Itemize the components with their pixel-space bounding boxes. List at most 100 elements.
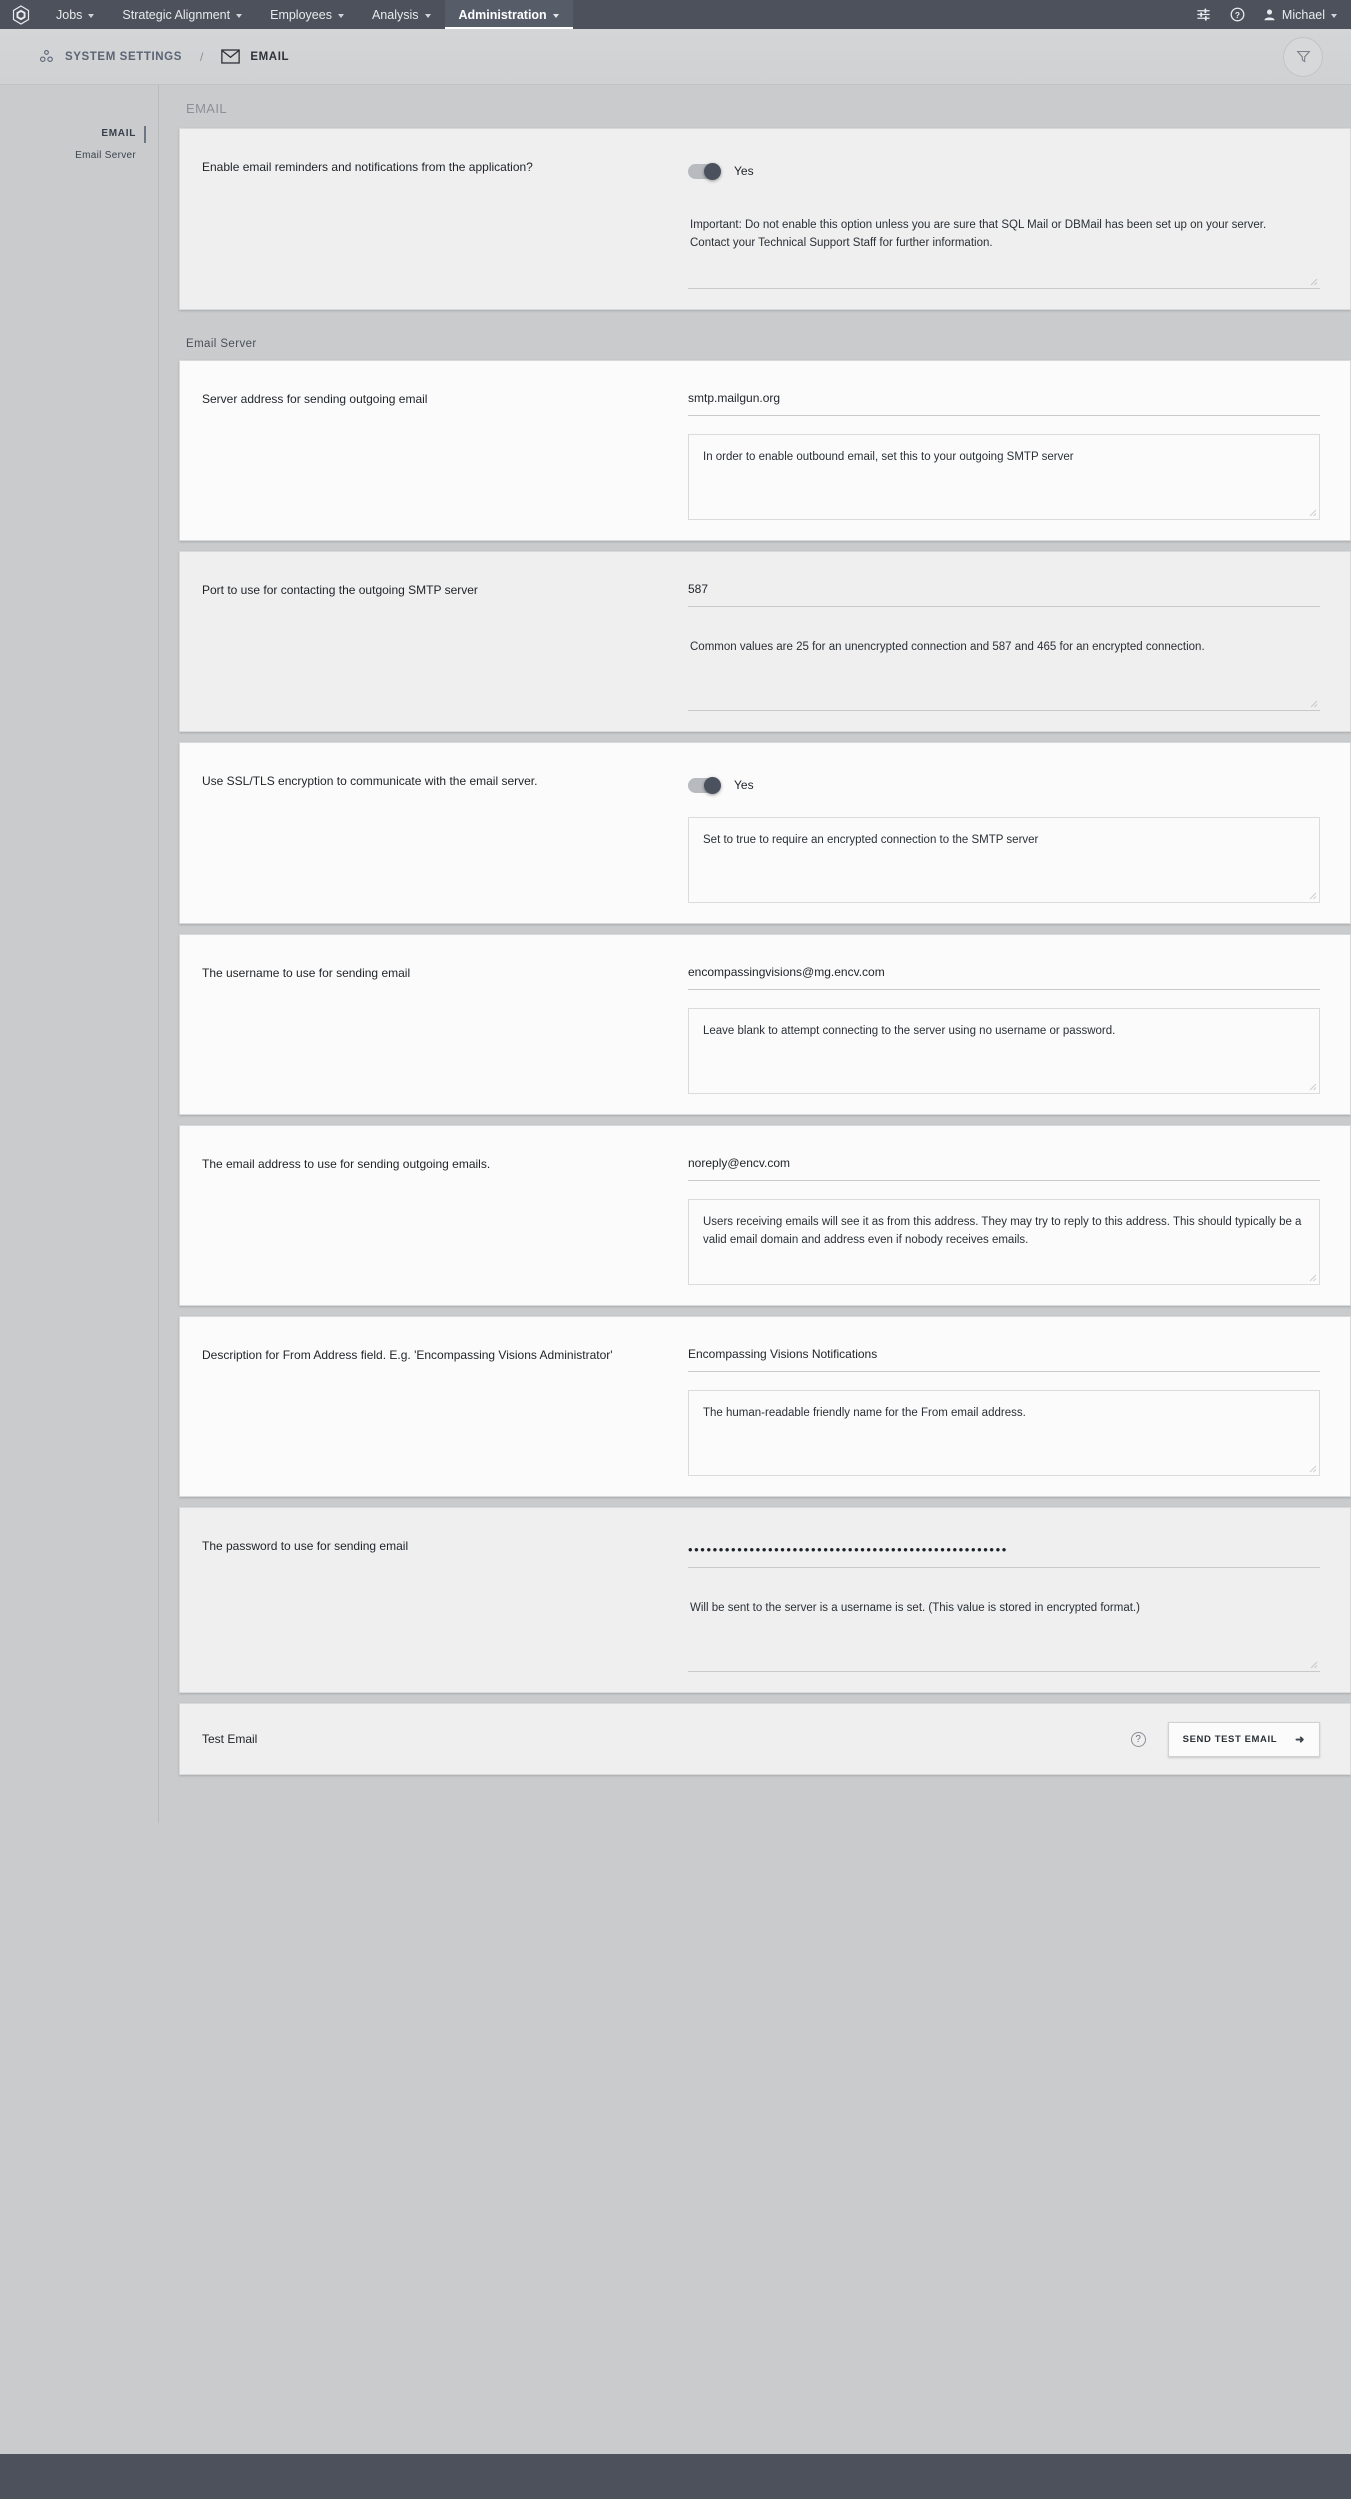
filter-icon: [1295, 50, 1311, 63]
nav-item-analysis[interactable]: Analysis: [358, 0, 445, 29]
setting-card-enable-email: Enable email reminders and notifications…: [179, 128, 1351, 310]
svg-text:?: ?: [1235, 10, 1240, 20]
resize-grip-icon: [1309, 892, 1317, 900]
setting-card-password: The password to use for sending email ••…: [179, 1507, 1351, 1693]
setting-description-text: In order to enable outbound email, set t…: [703, 451, 1074, 463]
setting-label: Description for From Address field. E.g.…: [202, 1348, 613, 1362]
user-menu[interactable]: Michael: [1255, 8, 1337, 22]
setting-label-wrap: Use SSL/TLS encryption to communicate wi…: [180, 743, 688, 923]
arrow-right-icon: ➜: [1295, 1733, 1305, 1746]
test-email-label: Test Email: [202, 1732, 258, 1746]
setting-description-text: Will be sent to the server is a username…: [690, 1602, 1140, 1614]
port-input[interactable]: 587: [688, 578, 1320, 607]
setting-description[interactable]: Will be sent to the server is a username…: [688, 1586, 1320, 1672]
setting-label: The username to use for sending email: [202, 966, 411, 980]
main-menu: Jobs Strategic Alignment Employees Analy…: [42, 0, 573, 29]
sidebar-item-email-server[interactable]: Email Server: [0, 142, 150, 164]
chevron-down-icon: [236, 13, 243, 18]
setting-label-wrap: Description for From Address field. E.g.…: [180, 1317, 688, 1496]
server-address-input[interactable]: smtp.mailgun.org: [688, 387, 1320, 416]
setting-label: The password to use for sending email: [202, 1539, 409, 1553]
setting-description[interactable]: Set to true to require an encrypted conn…: [688, 817, 1320, 903]
help-icon: ?: [1230, 7, 1245, 22]
setting-description-text: Set to true to require an encrypted conn…: [703, 834, 1039, 846]
top-navigation-bar: Jobs Strategic Alignment Employees Analy…: [0, 0, 1351, 29]
enable-email-toggle-row: Yes: [688, 155, 1320, 185]
setting-label-wrap: Port to use for contacting the outgoing …: [180, 552, 688, 731]
setting-description-text: Leave blank to attempt connecting to the…: [703, 1025, 1116, 1037]
sliders-settings-button[interactable]: [1187, 0, 1221, 29]
top-nav-actions: ? Michael: [1187, 0, 1351, 29]
page-footer: [0, 2454, 1351, 2499]
test-email-actions: ? SEND TEST EMAIL ➜: [1130, 1721, 1350, 1757]
from-description-input[interactable]: Encompassing Visions Notifications: [688, 1343, 1320, 1372]
setting-control-wrap: noreply@encv.com Users receiving emails …: [688, 1126, 1350, 1305]
setting-label-wrap: The username to use for sending email: [180, 935, 688, 1114]
hexagon-logo-icon: [12, 4, 30, 25]
sidebar-item-email[interactable]: EMAIL: [0, 125, 150, 143]
setting-description-text: Common values are 25 for an unencrypted …: [690, 641, 1205, 653]
setting-description[interactable]: Users receiving emails will see it as fr…: [688, 1199, 1320, 1285]
setting-control-wrap: Yes Set to true to require an encrypted …: [688, 743, 1350, 923]
test-email-card: Test Email ? SEND TEST EMAIL ➜: [179, 1703, 1351, 1775]
setting-description-text: The human-readable friendly name for the…: [703, 1407, 1026, 1419]
setting-card-port: Port to use for contacting the outgoing …: [179, 551, 1351, 732]
setting-description[interactable]: Common values are 25 for an unencrypted …: [688, 625, 1320, 711]
setting-description-text: Users receiving emails will see it as fr…: [703, 1216, 1302, 1246]
setting-control-wrap: Encompassing Visions Notifications The h…: [688, 1317, 1350, 1496]
nav-item-administration[interactable]: Administration: [444, 0, 573, 29]
toggle-knob: [704, 162, 721, 180]
resize-grip-icon: [1309, 1465, 1317, 1473]
toggle-knob: [704, 776, 721, 794]
setting-description[interactable]: Leave blank to attempt connecting to the…: [688, 1008, 1320, 1094]
chevron-down-icon: [552, 13, 559, 18]
breadcrumb-separator: /: [200, 49, 204, 64]
nav-item-employees[interactable]: Employees: [256, 0, 358, 29]
app-logo[interactable]: [0, 0, 42, 29]
setting-description[interactable]: Important: Do not enable this option unl…: [688, 203, 1320, 289]
nav-item-strategic-alignment[interactable]: Strategic Alignment: [108, 0, 256, 29]
setting-description[interactable]: In order to enable outbound email, set t…: [688, 434, 1320, 520]
content-rail-divider: [158, 85, 159, 1823]
nav-item-label: Jobs: [56, 7, 83, 22]
setting-label: Port to use for contacting the outgoing …: [202, 583, 478, 597]
setting-control-wrap: encompassingvisions@mg.encv.com Leave bl…: [688, 935, 1350, 1114]
section-title-email-server: Email Server: [186, 338, 257, 350]
breadcrumb-system-settings[interactable]: SYSTEM SETTINGS: [38, 48, 182, 65]
setting-label-wrap: Enable email reminders and notifications…: [180, 129, 688, 309]
username-input[interactable]: encompassingvisions@mg.encv.com: [688, 961, 1320, 990]
filter-button[interactable]: [1283, 36, 1323, 77]
resize-grip-icon: [1310, 278, 1318, 286]
nav-item-label: Analysis: [371, 7, 419, 22]
send-test-email-button[interactable]: SEND TEST EMAIL ➜: [1167, 1721, 1320, 1757]
help-button[interactable]: ?: [1221, 0, 1255, 29]
from-address-input[interactable]: noreply@encv.com: [688, 1152, 1320, 1181]
setting-card-username: The username to use for sending email en…: [179, 934, 1351, 1115]
resize-grip-icon: [1309, 1274, 1317, 1282]
user-name-label: Michael: [1281, 7, 1325, 22]
toggle-state-label: Yes: [734, 778, 754, 792]
envelope-icon: [221, 49, 241, 64]
enable-email-toggle[interactable]: [688, 162, 721, 180]
chevron-down-icon: [337, 13, 344, 18]
nav-item-label: Administration: [458, 7, 547, 22]
setting-label: Enable email reminders and notifications…: [202, 160, 533, 174]
nav-item-jobs[interactable]: Jobs: [42, 0, 108, 29]
nav-item-label: Employees: [270, 7, 332, 22]
setting-control-wrap: ••••••••••••••••••••••••••••••••••••••••…: [688, 1508, 1350, 1692]
sidebar-item-label: EMAIL: [101, 128, 136, 139]
ssl-toggle-row: Yes: [688, 769, 1320, 799]
chevron-down-icon: [88, 13, 95, 18]
test-email-help-icon[interactable]: ?: [1130, 1731, 1146, 1747]
breadcrumb-email[interactable]: EMAIL: [221, 49, 289, 64]
setting-description[interactable]: The human-readable friendly name for the…: [688, 1390, 1320, 1476]
setting-label-wrap: The password to use for sending email: [180, 1508, 688, 1692]
breadcrumb-current-label: EMAIL: [250, 50, 290, 63]
setting-card-server-address: Server address for sending outgoing emai…: [179, 360, 1351, 541]
resize-grip-icon: [1310, 1661, 1318, 1669]
resize-grip-icon: [1309, 509, 1317, 517]
ssl-toggle[interactable]: [688, 776, 721, 794]
password-input[interactable]: ••••••••••••••••••••••••••••••••••••••••…: [688, 1534, 1320, 1568]
send-test-email-label: SEND TEST EMAIL: [1182, 1733, 1278, 1745]
sliders-icon: [1197, 8, 1211, 21]
